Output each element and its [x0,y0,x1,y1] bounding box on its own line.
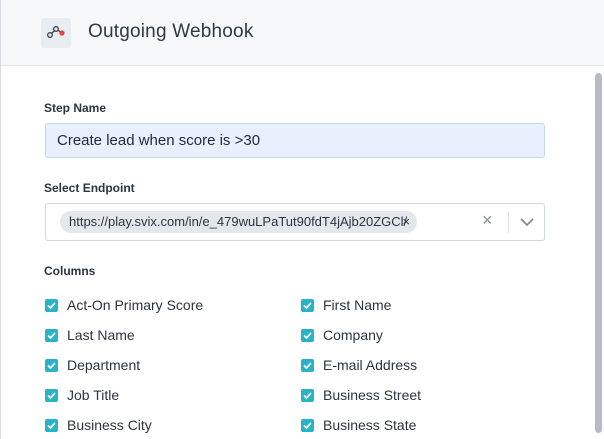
column-checkbox-item[interactable]: Business Street [301,385,421,405]
outgoing-webhook-modal: Outgoing Webhook Step Name Create lead w… [0,0,604,439]
select-endpoint-label: Select Endpoint [44,181,135,195]
column-checkbox-item[interactable]: Business State [301,415,416,435]
endpoint-chip: https://play.svix.com/in/e_479wuLPaTut90… [60,211,417,233]
step-name-label: Step Name [44,101,107,115]
checkbox-checked-icon[interactable] [301,388,314,402]
column-label: Business City [67,417,152,433]
column-checkbox-item[interactable]: Business City [45,415,152,435]
column-checkbox-item[interactable]: Act-On Primary Score [45,295,203,315]
select-divider [508,212,509,233]
column-label: Job Title [67,387,120,403]
clear-selection-icon[interactable]: × [482,210,493,231]
endpoint-select[interactable]: https://play.svix.com/in/e_479wuLPaTut90… [45,203,545,241]
column-label: Company [323,327,383,343]
step-name-input[interactable]: Create lead when score is >30 [45,123,545,158]
checkbox-checked-icon[interactable] [301,328,314,342]
column-checkbox-item[interactable]: E-mail Address [301,355,417,375]
checkbox-checked-icon[interactable] [301,418,314,432]
column-label: Act-On Primary Score [67,297,204,313]
checkbox-checked-icon[interactable] [301,298,314,312]
column-label: First Name [323,297,392,313]
column-checkbox-item[interactable]: First Name [301,295,391,315]
checkbox-checked-icon[interactable] [45,418,58,432]
modal-body: Step Name Create lead when score is >30 … [1,66,604,439]
checkbox-checked-icon[interactable] [301,358,314,372]
column-checkbox-item[interactable]: Job Title [45,385,119,405]
checkbox-checked-icon[interactable] [45,298,58,312]
webhook-icon [41,18,71,48]
columns-label: Columns [44,264,96,278]
column-label: Last Name [67,327,135,343]
modal-header: Outgoing Webhook [1,0,604,66]
vertical-scrollbar[interactable] [595,73,602,433]
modal-title: Outgoing Webhook [88,21,254,42]
column-checkbox-item[interactable]: Last Name [45,325,135,345]
chevron-down-icon[interactable] [519,214,535,235]
column-checkbox-item[interactable]: Department [45,355,140,375]
column-label: Business State [323,417,417,433]
column-checkbox-item[interactable]: Company [301,325,383,345]
column-label: Business Street [323,387,422,403]
endpoint-chip-label: https://play.svix.com/in/e_479wuLPaTut90… [69,214,408,229]
chip-remove-icon[interactable]: × [402,211,410,233]
column-label: E-mail Address [323,357,418,373]
column-label: Department [67,357,141,373]
checkbox-checked-icon[interactable] [45,328,58,342]
checkbox-checked-icon[interactable] [45,358,58,372]
checkbox-checked-icon[interactable] [45,388,58,402]
